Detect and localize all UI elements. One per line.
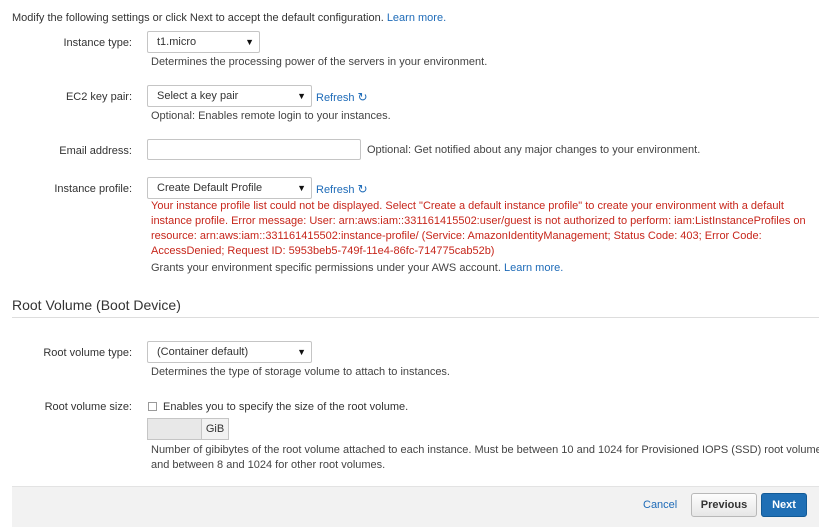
key-pair-help: Optional: Enables remote login to your i… [151, 110, 391, 122]
instance-profile-error: Your instance profile list could not be … [151, 200, 806, 257]
refresh-label: Refresh [316, 92, 355, 104]
intro-learn-more-link[interactable]: Learn more. [387, 12, 446, 24]
instance-type-select[interactable]: t1.micro ▼ [147, 31, 260, 53]
refresh-icon: ↻ [357, 182, 368, 196]
root-volume-type-value: (Container default) [157, 346, 249, 358]
instance-type-value: t1.micro [157, 36, 197, 48]
root-volume-size-help-line2: and between 8 and 1024 for other root vo… [151, 459, 386, 471]
root-volume-type-help: Determines the type of storage volume to… [151, 366, 450, 378]
section-divider [12, 317, 819, 318]
key-pair-select[interactable]: Select a key pair ▼ [147, 85, 312, 107]
instance-profile-select[interactable]: Create Default Profile ▼ [147, 177, 312, 199]
next-button[interactable]: Next [761, 493, 807, 517]
root-volume-type-label: Root volume type: [43, 347, 132, 359]
cancel-button[interactable]: Cancel [643, 499, 677, 511]
chevron-down-icon: ▼ [297, 347, 306, 357]
root-volume-size-unit: GiB [202, 419, 228, 439]
instance-profile-value: Create Default Profile [157, 182, 263, 194]
chevron-down-icon: ▼ [297, 91, 306, 101]
key-pair-value: Select a key pair [157, 90, 239, 102]
root-volume-size-help-line1: Number of gibibytes of the root volume a… [151, 444, 819, 456]
instance-type-help: Determines the processing power of the s… [151, 56, 488, 68]
previous-button[interactable]: Previous [691, 493, 757, 517]
instance-profile-learn-more-link[interactable]: Learn more. [504, 262, 563, 274]
email-label: Email address: [59, 145, 132, 157]
root-volume-type-select[interactable]: (Container default) ▼ [147, 341, 312, 363]
intro-text: Modify the following settings or click N… [12, 12, 446, 24]
intro-message: Modify the following settings or click N… [12, 12, 384, 24]
root-volume-size-checkbox[interactable] [148, 402, 157, 411]
root-volume-size-label: Root volume size: [44, 401, 132, 413]
instance-type-label: Instance type: [63, 37, 133, 49]
instance-profile-help: Grants your environment specific permiss… [151, 262, 501, 274]
instance-profile-label: Instance profile: [54, 183, 132, 195]
email-help: Optional: Get notified about any major c… [367, 144, 701, 156]
section-title-root-volume: Root Volume (Boot Device) [12, 297, 181, 313]
key-pair-refresh-button[interactable]: Refresh ↻ [316, 90, 368, 104]
email-field[interactable] [147, 139, 361, 160]
root-volume-size-field: GiB [147, 418, 229, 440]
refresh-icon: ↻ [357, 90, 368, 104]
instance-profile-help-row: Grants your environment specific permiss… [151, 262, 563, 274]
chevron-down-icon: ▼ [245, 37, 254, 47]
refresh-label: Refresh [316, 184, 355, 196]
root-volume-size-input[interactable] [148, 419, 202, 439]
chevron-down-icon: ▼ [297, 183, 306, 193]
instance-profile-refresh-button[interactable]: Refresh ↻ [316, 182, 368, 196]
key-pair-label: EC2 key pair: [65, 91, 132, 103]
root-volume-size-checkbox-label: Enables you to specify the size of the r… [163, 401, 409, 413]
